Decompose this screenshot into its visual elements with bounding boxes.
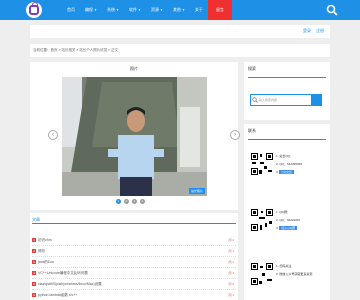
site-logo[interactable]	[24, 0, 44, 20]
breadcrumb: 当前位置：首页 » 站长相关 » 站长个人照片欣赏 » 正文	[30, 44, 330, 57]
article-list-panel: 文章 1 初识chm 阅 1 2 修改 阅 1 3 java的Doc 阅 1 4…	[30, 213, 238, 300]
chevron-down-icon: ▼	[94, 8, 97, 12]
slide-dot[interactable]: 2	[124, 199, 129, 204]
slide-caption: 站长照片	[188, 188, 205, 194]
rank-badge: 5	[32, 282, 36, 286]
search-submit-button[interactable]	[312, 94, 322, 106]
slide-dot[interactable]: 3	[132, 199, 137, 204]
divider	[32, 223, 236, 224]
qr-code-icon	[250, 262, 274, 286]
nav-item-programming[interactable]: 编程 ▼	[80, 0, 102, 20]
nav-item-active[interactable]: 留言	[207, 0, 232, 20]
article-title[interactable]: 初识chm	[38, 238, 52, 243]
divider	[248, 139, 326, 140]
divider	[248, 77, 326, 78]
view-count: 阅 1	[228, 293, 234, 297]
qq-chat-button[interactable]: QQ交谈	[279, 170, 295, 174]
view-count: 阅 2	[228, 282, 234, 286]
list-item[interactable]: 6 python lambda函数 c/c++ 阅 1	[32, 290, 236, 300]
view-count: 阅 3	[228, 271, 234, 275]
qr-code-icon	[250, 152, 274, 176]
list-item[interactable]: 1 初识chm 阅 1	[32, 235, 236, 246]
nav-item-home[interactable]: 首页	[62, 0, 80, 20]
chevron-down-icon: ▼	[115, 8, 119, 12]
photo-panel-title: 照片	[130, 66, 138, 71]
photo-panel: 照片 站长照片 ‹ ›	[30, 62, 240, 210]
nav-item-about[interactable]: 关于	[190, 0, 208, 20]
search-icon[interactable]	[326, 4, 338, 16]
search-widget: 搜索 输入搜索内容	[244, 62, 330, 120]
lock-icon	[29, 2, 39, 15]
view-count: 阅 1	[228, 238, 234, 242]
contact-widget: 联系 1. 站长QQ： 2. QQ：542395356 3. QQ交谈 1. Q…	[244, 124, 330, 300]
chevron-down-icon: ▼	[137, 8, 141, 12]
top-navbar: 首页 编程 ▼ 系统 ▼ 软件 ▼ 资源 ▼ 其他 ▼ 关于 留言	[0, 0, 360, 20]
search-icon	[252, 97, 258, 103]
list-item[interactable]: 3 java的Doc 阅 1	[32, 257, 236, 268]
view-count: 阅 1	[228, 249, 234, 253]
search-input[interactable]: 输入搜索内容	[250, 94, 312, 106]
widget-title: 搜索	[248, 66, 256, 71]
widget-title: 联系	[248, 128, 256, 133]
slide-dot[interactable]: 1	[116, 199, 121, 204]
qq-group-info: 1. QQ群： 2. QQ：92222067 3. 加入QQ群	[276, 210, 301, 230]
user-bar: 登录 注册	[30, 25, 330, 38]
qq-info: 1. 站长QQ： 2. QQ：542395356 3. QQ交谈	[276, 154, 303, 174]
article-title[interactable]: VC++Unicode编程中文乱码问题	[38, 271, 88, 276]
article-title[interactable]: java的Doc	[38, 260, 54, 265]
wechat-info: 1. 扫码关注 2. 微信公众号获取更多资源	[276, 264, 313, 276]
nav-item-other[interactable]: 其他 ▼	[168, 0, 190, 20]
rank-badge: 1	[32, 238, 36, 242]
register-link[interactable]: 注册	[316, 28, 324, 34]
chevron-down-icon: ▼	[181, 8, 185, 12]
slide-image[interactable]: 站长照片	[62, 77, 207, 196]
view-count: 阅 1	[228, 260, 234, 264]
slide-dots: 1 2 3 4	[116, 199, 145, 204]
rank-badge: 4	[32, 271, 36, 275]
article-title[interactable]: 修改	[38, 249, 45, 254]
login-link[interactable]: 登录	[303, 28, 311, 34]
nav-item-software[interactable]: 软件 ▼	[124, 0, 146, 20]
nav-item-system[interactable]: 系统 ▼	[102, 0, 124, 20]
article-title[interactable]: python lambda函数 c/c++	[38, 293, 78, 298]
user-links: 登录 注册	[303, 28, 324, 34]
nav-menu: 首页 编程 ▼ 系统 ▼ 软件 ▼ 资源 ▼ 其他 ▼ 关于 留言	[62, 0, 232, 20]
qr-code-icon	[250, 208, 274, 232]
list-item[interactable]: 4 VC++Unicode编程中文乱码问题 阅 3	[32, 268, 236, 279]
join-qq-group-button[interactable]: 加入QQ群	[279, 226, 298, 230]
article-list: 1 初识chm 阅 1 2 修改 阅 1 3 java的Doc 阅 1 4 VC…	[32, 235, 236, 300]
next-slide-button[interactable]: ›	[230, 130, 240, 140]
chevron-down-icon: ▼	[159, 8, 163, 12]
rank-badge: 2	[32, 249, 36, 253]
photo-illustration	[62, 77, 207, 196]
prev-slide-button[interactable]: ‹	[48, 130, 58, 140]
list-item[interactable]: 5 classpath与path(windows/linux/Mac)设置 阅 …	[32, 279, 236, 290]
article-title[interactable]: classpath与path(windows/linux/Mac)设置	[38, 282, 102, 287]
rank-badge: 6	[32, 293, 36, 297]
slide-dot[interactable]: 4	[140, 199, 145, 204]
nav-item-resources[interactable]: 资源 ▼	[146, 0, 168, 20]
list-item[interactable]: 2 修改 阅 1	[32, 246, 236, 257]
rank-badge: 3	[32, 260, 36, 264]
